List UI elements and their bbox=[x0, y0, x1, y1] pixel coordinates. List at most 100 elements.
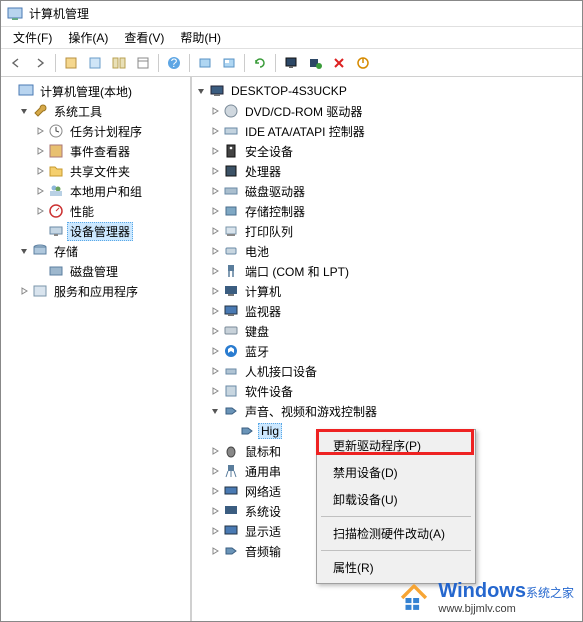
tree-label: 设备管理器 bbox=[67, 222, 133, 241]
tree-label: 通用串 bbox=[242, 462, 284, 481]
computer-icon bbox=[209, 83, 225, 99]
expander-icon[interactable] bbox=[208, 224, 222, 238]
expand-icon[interactable] bbox=[33, 204, 47, 218]
expander-icon[interactable] bbox=[208, 284, 222, 298]
expander-icon[interactable] bbox=[208, 484, 222, 498]
tree-node-task-scheduler[interactable]: 任务计划程序 bbox=[1, 121, 190, 141]
expander-icon[interactable] bbox=[208, 544, 222, 558]
storage-icon bbox=[32, 243, 48, 259]
menu-file[interactable]: 文件(F) bbox=[5, 27, 60, 48]
expander-icon[interactable] bbox=[208, 184, 222, 198]
tree-root[interactable]: 计算机管理(本地) bbox=[1, 81, 190, 101]
expander-icon[interactable] bbox=[208, 344, 222, 358]
clock-icon bbox=[48, 123, 64, 139]
expand-icon[interactable] bbox=[17, 284, 31, 298]
action-button-2[interactable] bbox=[218, 52, 240, 74]
device-category[interactable]: 蓝牙 bbox=[192, 341, 582, 361]
device-root[interactable]: DESKTOP-4S3UCKP bbox=[192, 81, 582, 101]
expander-icon[interactable] bbox=[208, 304, 222, 318]
menu-view[interactable]: 查看(V) bbox=[116, 27, 172, 48]
view-button-4[interactable] bbox=[132, 52, 154, 74]
view-button-3[interactable] bbox=[108, 52, 130, 74]
menu-help[interactable]: 帮助(H) bbox=[172, 27, 229, 48]
expander-icon[interactable] bbox=[208, 124, 222, 138]
expander-icon[interactable] bbox=[208, 444, 222, 458]
remove-button[interactable] bbox=[328, 52, 350, 74]
view-button-1[interactable] bbox=[60, 52, 82, 74]
expander-icon[interactable] bbox=[208, 404, 222, 418]
tree-label: 处理器 bbox=[242, 162, 284, 181]
device-category[interactable]: 存储控制器 bbox=[192, 201, 582, 221]
expander-icon[interactable] bbox=[208, 504, 222, 518]
expander-icon[interactable] bbox=[208, 524, 222, 538]
category-icon bbox=[223, 303, 239, 319]
expander-icon[interactable] bbox=[208, 244, 222, 258]
help-button[interactable]: ? bbox=[163, 52, 185, 74]
tree-node-performance[interactable]: 性能 bbox=[1, 201, 190, 221]
device-category[interactable]: 电池 bbox=[192, 241, 582, 261]
tree-node-shared-folders[interactable]: 共享文件夹 bbox=[1, 161, 190, 181]
expand-icon[interactable] bbox=[33, 144, 47, 158]
tree-node-disk-mgmt[interactable]: 磁盘管理 bbox=[1, 261, 190, 281]
cm-scan-changes[interactable]: 扫描检测硬件改动(A) bbox=[319, 520, 473, 547]
tree-node-event-viewer[interactable]: 事件查看器 bbox=[1, 141, 190, 161]
device-category[interactable]: 安全设备 bbox=[192, 141, 582, 161]
menu-action[interactable]: 操作(A) bbox=[60, 27, 116, 48]
cm-properties[interactable]: 属性(R) bbox=[319, 554, 473, 581]
expander-icon[interactable] bbox=[208, 364, 222, 378]
collapse-icon[interactable] bbox=[194, 84, 208, 98]
device-category[interactable]: 端口 (COM 和 LPT) bbox=[192, 261, 582, 281]
tree-label: 人机接口设备 bbox=[242, 362, 320, 381]
device-category[interactable]: 打印队列 bbox=[192, 221, 582, 241]
tree-node-services-apps[interactable]: 服务和应用程序 bbox=[1, 281, 190, 301]
expander-icon[interactable] bbox=[208, 144, 222, 158]
device-category[interactable]: 监视器 bbox=[192, 301, 582, 321]
monitor-button[interactable] bbox=[280, 52, 302, 74]
cm-update-driver[interactable]: 更新驱动程序(P) bbox=[319, 432, 473, 459]
nav-forward-button[interactable] bbox=[29, 52, 51, 74]
category-icon bbox=[223, 383, 239, 399]
refresh-button[interactable] bbox=[249, 52, 271, 74]
action-button-1[interactable] bbox=[194, 52, 216, 74]
enable-button[interactable] bbox=[352, 52, 374, 74]
expander-icon[interactable] bbox=[208, 204, 222, 218]
category-icon bbox=[223, 223, 239, 239]
category-icon bbox=[223, 483, 239, 499]
collapse-icon[interactable] bbox=[17, 104, 31, 118]
tree-node-local-users[interactable]: 本地用户和组 bbox=[1, 181, 190, 201]
tree-node-storage[interactable]: 存储 bbox=[1, 241, 190, 261]
expander-icon[interactable] bbox=[208, 264, 222, 278]
cm-uninstall-device[interactable]: 卸载设备(U) bbox=[319, 486, 473, 513]
expand-icon[interactable] bbox=[33, 124, 47, 138]
device-category[interactable]: 磁盘驱动器 bbox=[192, 181, 582, 201]
device-category[interactable]: 计算机 bbox=[192, 281, 582, 301]
nav-back-button[interactable] bbox=[5, 52, 27, 74]
expand-icon[interactable] bbox=[33, 184, 47, 198]
tree-label: 任务计划程序 bbox=[67, 122, 145, 141]
cm-disable-device[interactable]: 禁用设备(D) bbox=[319, 459, 473, 486]
house-icon bbox=[396, 581, 432, 615]
expand-icon[interactable] bbox=[33, 164, 47, 178]
tree-node-device-manager[interactable]: 设备管理器 bbox=[1, 221, 190, 241]
expander-icon[interactable] bbox=[3, 84, 17, 98]
expander-icon[interactable] bbox=[208, 164, 222, 178]
expander-icon[interactable] bbox=[208, 384, 222, 398]
expander-icon[interactable] bbox=[208, 104, 222, 118]
category-icon bbox=[223, 143, 239, 159]
device-category[interactable]: IDE ATA/ATAPI 控制器 bbox=[192, 121, 582, 141]
collapse-icon[interactable] bbox=[17, 244, 31, 258]
device-category[interactable]: 软件设备 bbox=[192, 381, 582, 401]
device-category[interactable]: 人机接口设备 bbox=[192, 361, 582, 381]
device-category[interactable]: 处理器 bbox=[192, 161, 582, 181]
view-button-2[interactable] bbox=[84, 52, 106, 74]
device-category[interactable]: 键盘 bbox=[192, 321, 582, 341]
expander-icon[interactable] bbox=[208, 464, 222, 478]
category-icon bbox=[223, 263, 239, 279]
tree-label: 显示适 bbox=[242, 522, 284, 541]
tree-node-system-tools[interactable]: 系统工具 bbox=[1, 101, 190, 121]
device-category[interactable]: DVD/CD-ROM 驱动器 bbox=[192, 101, 582, 121]
scan-hardware-button[interactable] bbox=[304, 52, 326, 74]
performance-icon bbox=[48, 203, 64, 219]
device-category[interactable]: 声音、视频和游戏控制器 bbox=[192, 401, 582, 421]
expander-icon[interactable] bbox=[208, 324, 222, 338]
